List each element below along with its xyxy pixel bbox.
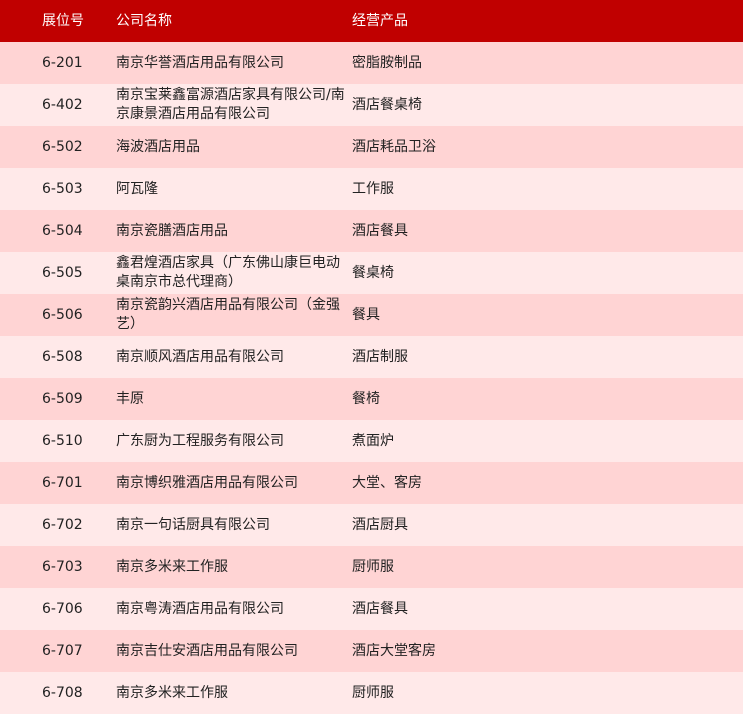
table-row: 6-505 鑫君煌酒店家具（广东佛山康巨电动桌南京市总代理商） 餐桌椅 [0, 252, 743, 294]
booth-number-cell: 6-502 [42, 138, 83, 155]
table-body: 6-201 南京华誉酒店用品有限公司 密脂胺制品 6-402 南京宝莱鑫富源酒店家具有限… [0, 42, 743, 714]
products-cell: 厨师服 [352, 684, 394, 701]
company-name-cell: 南京宝莱鑫富源酒店家具有限公司/南京康景酒店用品有限公司 [116, 87, 345, 122]
company-name-cell: 南京顺风酒店用品有限公司 [116, 348, 284, 365]
booth-number-cell: 6-508 [42, 348, 83, 365]
company-name-cell: 南京瓷韵兴酒店用品有限公司（金强艺） [116, 297, 340, 332]
products-cell: 大堂、客房 [352, 474, 422, 491]
company-name-cell: 南京粤涛酒店用品有限公司 [116, 600, 284, 617]
booth-number-cell: 6-503 [42, 180, 83, 197]
products-cell: 酒店厨具 [352, 516, 408, 533]
booth-number-cell: 6-702 [42, 516, 83, 533]
table-row: 6-701 南京博织雅酒店用品有限公司 大堂、客房 [0, 462, 743, 504]
table-row: 6-504 南京瓷膳酒店用品 酒店餐具 [0, 210, 743, 252]
table-row: 6-502 海波酒店用品 酒店耗品卫浴 [0, 126, 743, 168]
table-row: 6-201 南京华誉酒店用品有限公司 密脂胺制品 [0, 42, 743, 84]
company-name-cell: 南京吉仕安酒店用品有限公司 [116, 642, 298, 659]
table-row: 6-510 广东厨为工程服务有限公司 煮面炉 [0, 420, 743, 462]
booth-number-cell: 6-506 [42, 306, 83, 323]
products-cell: 餐桌椅 [352, 264, 394, 281]
company-name-cell: 南京多米来工作服 [116, 684, 228, 701]
products-cell: 煮面炉 [352, 432, 394, 449]
table-row: 6-708 南京多米来工作服 厨师服 [0, 672, 743, 714]
header-company-name: 公司名称 [116, 12, 172, 29]
company-name-cell: 南京瓷膳酒店用品 [116, 222, 228, 239]
table-row: 6-508 南京顺风酒店用品有限公司 酒店制服 [0, 336, 743, 378]
table-row: 6-703 南京多米来工作服 厨师服 [0, 546, 743, 588]
table-row: 6-503 阿瓦隆 工作服 [0, 168, 743, 210]
company-name-cell: 丰原 [116, 390, 144, 407]
products-cell: 餐椅 [352, 390, 380, 407]
company-name-cell: 南京多米来工作服 [116, 558, 228, 575]
booth-number-cell: 6-201 [42, 54, 83, 71]
company-name-cell: 南京一句话厨具有限公司 [116, 516, 270, 533]
products-cell: 酒店餐具 [352, 600, 408, 617]
company-name-cell: 鑫君煌酒店家具（广东佛山康巨电动桌南京市总代理商） [116, 255, 340, 290]
booth-number-cell: 6-701 [42, 474, 83, 491]
company-name-cell: 南京华誉酒店用品有限公司 [116, 54, 284, 71]
booth-number-cell: 6-510 [42, 432, 83, 449]
products-cell: 酒店耗品卫浴 [352, 138, 436, 155]
booth-number-cell: 6-706 [42, 600, 83, 617]
company-name-cell: 广东厨为工程服务有限公司 [116, 432, 284, 449]
table-row: 6-402 南京宝莱鑫富源酒店家具有限公司/南京康景酒店用品有限公司 酒店餐桌椅 [0, 84, 743, 126]
table-row: 6-707 南京吉仕安酒店用品有限公司 酒店大堂客房 [0, 630, 743, 672]
exhibitor-table: 展位号 公司名称 经营产品 6-201 南京华誉酒店用品有限公司 密脂胺制品 6-40… [0, 0, 743, 714]
products-cell: 酒店制服 [352, 348, 408, 365]
table-row: 6-702 南京一句话厨具有限公司 酒店厨具 [0, 504, 743, 546]
table-header: 展位号 公司名称 经营产品 [0, 0, 743, 42]
company-name-cell: 南京博织雅酒店用品有限公司 [116, 474, 298, 491]
header-booth-number: 展位号 [42, 12, 84, 29]
products-cell: 工作服 [352, 180, 394, 197]
booth-number-cell: 6-509 [42, 390, 83, 407]
products-cell: 酒店大堂客房 [352, 642, 436, 659]
table-row: 6-506 南京瓷韵兴酒店用品有限公司（金强艺） 餐具 [0, 294, 743, 336]
products-cell: 厨师服 [352, 558, 394, 575]
products-cell: 酒店餐桌椅 [352, 96, 422, 113]
company-name-cell: 海波酒店用品 [116, 138, 200, 155]
booth-number-cell: 6-708 [42, 684, 83, 701]
products-cell: 密脂胺制品 [352, 54, 422, 71]
booth-number-cell: 6-707 [42, 642, 83, 659]
booth-number-cell: 6-504 [42, 222, 83, 239]
table-row: 6-509 丰原 餐椅 [0, 378, 743, 420]
products-cell: 餐具 [352, 306, 380, 323]
booth-number-cell: 6-402 [42, 96, 83, 113]
booth-number-cell: 6-703 [42, 558, 83, 575]
header-products: 经营产品 [352, 12, 408, 29]
booth-number-cell: 6-505 [42, 264, 83, 281]
table-row: 6-706 南京粤涛酒店用品有限公司 酒店餐具 [0, 588, 743, 630]
company-name-cell: 阿瓦隆 [116, 180, 158, 197]
products-cell: 酒店餐具 [352, 222, 408, 239]
